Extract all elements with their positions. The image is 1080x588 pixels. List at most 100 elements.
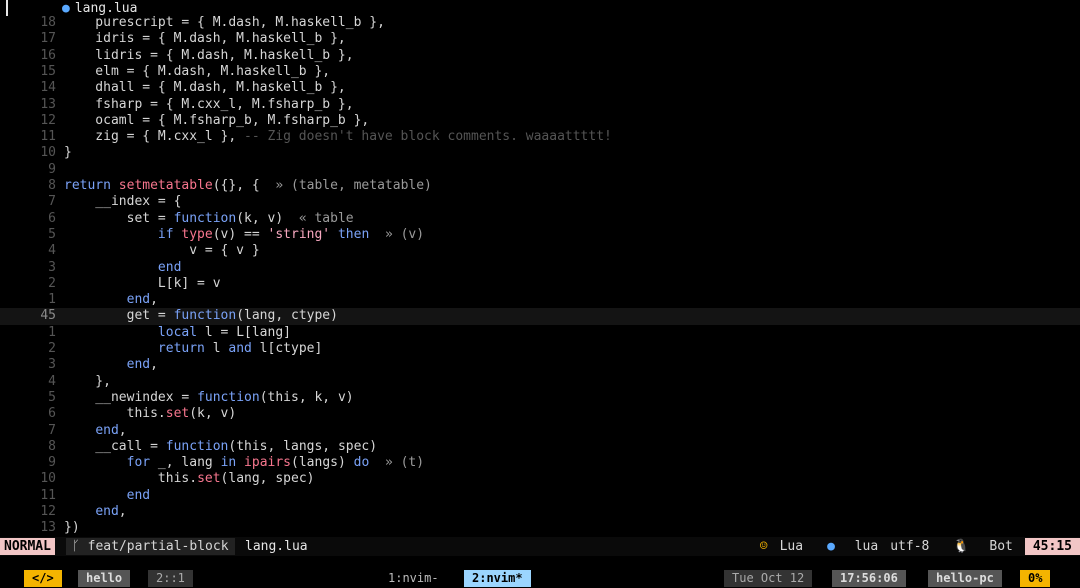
code-line[interactable]: 16 lidris = { M.dash, M.haskell_b }, [0, 48, 1080, 64]
code-text: ocaml = { M.fsharp_b, M.fsharp_b }, [64, 112, 370, 128]
code-line[interactable]: 3 end [0, 260, 1080, 276]
code-text: if type(v) == 'string' then » (v) [157, 226, 425, 242]
code-line[interactable]: 18 purescript = { M.dash, M.haskell_b }, [0, 15, 1080, 31]
line-number: 8 [48, 438, 56, 454]
code-line[interactable]: 15 elm = { M.dash, M.haskell_b }, [0, 64, 1080, 80]
line-number: 3 [48, 357, 56, 373]
line-number: 11 [40, 129, 56, 145]
code-line[interactable]: 12 end, [0, 504, 1080, 520]
tmux-window-2[interactable]: 2:nvim* [464, 570, 531, 587]
editor-buffer[interactable]: 18 purescript = { M.dash, M.haskell_b },… [0, 15, 1080, 537]
code-line[interactable]: 9 [0, 162, 1080, 178]
line-number: 6 [48, 406, 56, 422]
code-line[interactable]: 1 local l = L[lang] [0, 325, 1080, 341]
code-line[interactable]: 13 fsharp = { M.cxx_l, M.fsharp_b }, [0, 97, 1080, 113]
line-number: 6 [48, 210, 56, 226]
code-text: end, [126, 292, 158, 308]
tmux-window-1[interactable]: 1:nvim- [380, 570, 447, 587]
code-text: v = { v } [64, 243, 260, 259]
code-text: __call = function(this, langs, spec) [64, 438, 378, 454]
code-line[interactable]: 2 return l and l[ctype] [0, 341, 1080, 357]
code-line[interactable]: 9 for _, lang in ipairs(langs) do » (t) [0, 455, 1080, 471]
line-number: 9 [48, 161, 56, 177]
code-line[interactable]: 17 idris = { M.dash, M.haskell_b }, [0, 31, 1080, 47]
tmux-date: Tue Oct 12 [724, 570, 813, 587]
code-line[interactable]: 10} [0, 145, 1080, 161]
code-line[interactable]: 5 if type(v) == 'string' then » (v) [0, 227, 1080, 243]
tmux-session[interactable]: hello [78, 570, 131, 587]
cursor-position: 45:15 [1024, 538, 1080, 555]
line-number: 45 [40, 308, 56, 324]
code-line[interactable]: 4 v = { v } [0, 243, 1080, 259]
line-number: 12 [40, 504, 56, 519]
line-number: 10 [40, 471, 56, 487]
tmux-time: 17:56:06 [832, 570, 906, 587]
virtual-text-hint: » (t) [384, 455, 425, 471]
code-text: end, [95, 422, 127, 438]
encoding: utf-8 [890, 539, 930, 554]
code-text: dhall = { M.dash, M.haskell_b }, [64, 80, 346, 96]
code-text: return l and l[ctype] [157, 341, 323, 356]
code-line[interactable]: 11 end [0, 488, 1080, 504]
code-text: __index = { [64, 194, 182, 210]
line-number: 1 [48, 292, 56, 308]
code-line[interactable]: 10 this.set(lang, spec) [0, 471, 1080, 487]
code-line[interactable]: 7 end, [0, 423, 1080, 439]
code-comment: -- Zig doesn't have block comments. waaa… [244, 129, 612, 145]
code-line[interactable]: 6 set = function(k, v) « table [0, 211, 1080, 227]
code-line[interactable]: 3 end, [0, 357, 1080, 373]
filetype: ☺ Lua [759, 539, 804, 554]
tmux-host: hello-pc [928, 570, 1002, 587]
line-number: 1 [48, 324, 56, 340]
tmux-battery: 0% [1020, 570, 1051, 587]
code-line[interactable]: 14 dhall = { M.dash, M.haskell_b }, [0, 80, 1080, 96]
code-line[interactable]: 45 get = function(lang, ctype) [0, 308, 1080, 325]
line-number: 10 [40, 145, 56, 161]
code-line[interactable]: 12 ocaml = { M.fsharp_b, M.fsharp_b }, [0, 113, 1080, 129]
line-number: 14 [40, 80, 56, 96]
code-text: end [126, 487, 151, 503]
line-number: 18 [40, 15, 56, 30]
code-text: this.set(lang, spec) [64, 471, 315, 487]
lua-moon-icon: ● [827, 539, 843, 554]
code-line[interactable]: 6 this.set(k, v) [0, 406, 1080, 422]
line-number: 13 [40, 520, 56, 536]
penguin-icon: 🐧 [953, 539, 970, 554]
line-number: 4 [48, 373, 56, 389]
code-line[interactable]: 7 __index = { [0, 194, 1080, 210]
git-branch: ᚴ feat/partial-block [66, 538, 235, 555]
code-text: L[k] = v [64, 275, 221, 291]
line-number: 15 [40, 63, 56, 79]
virtual-text-hint: « table [298, 210, 354, 226]
code-text: purescript = { M.dash, M.haskell_b }, [64, 15, 385, 30]
code-line[interactable]: 1 end, [0, 292, 1080, 308]
git-branch-icon: ᚴ [72, 539, 88, 554]
lua-moon-icon: ● [62, 1, 70, 16]
code-text: set = function(k, v) « table [64, 210, 354, 226]
line-number: 2 [48, 341, 56, 356]
code-text: fsharp = { M.cxx_l, M.fsharp_b }, [64, 96, 354, 112]
virtual-text-hint: » (v) [384, 226, 425, 242]
code-text: } [64, 145, 72, 161]
code-line[interactable]: 13}) [0, 520, 1080, 536]
code-text: idris = { M.dash, M.haskell_b }, [64, 31, 346, 47]
code-line[interactable]: 4 }, [0, 374, 1080, 390]
mode-indicator: NORMAL [0, 538, 55, 555]
code-text: for _, lang in ipairs(langs) do » (t) [126, 455, 425, 471]
code-line[interactable]: 11 zig = { M.cxx_l }, -- Zig doesn't hav… [0, 129, 1080, 145]
code-line[interactable]: 2 L[k] = v [0, 276, 1080, 292]
tmux-status-bar: </> hello 2::1 1:nvim- 2:nvim* Tue Oct 1… [0, 569, 1080, 588]
code-text: get = function(lang, ctype) [64, 308, 338, 324]
code-text: elm = { M.dash, M.haskell_b }, [64, 63, 331, 79]
code-text: lidris = { M.dash, M.haskell_b }, [64, 47, 354, 63]
tmux-pane: 2::1 [148, 570, 193, 587]
cat-face-icon: ☺ [759, 539, 768, 554]
line-number: 11 [40, 487, 56, 503]
code-line[interactable]: 8 return setmetatable({}, { » (table, met… [0, 178, 1080, 194]
code-line[interactable]: 8 __call = function(this, langs, spec) [0, 439, 1080, 455]
code-line[interactable]: 5 __newindex = function(this, k, v) [0, 390, 1080, 406]
line-number: 2 [48, 275, 56, 291]
code-text: }) [64, 520, 80, 536]
line-number: 7 [48, 422, 56, 438]
line-number: 4 [48, 243, 56, 259]
